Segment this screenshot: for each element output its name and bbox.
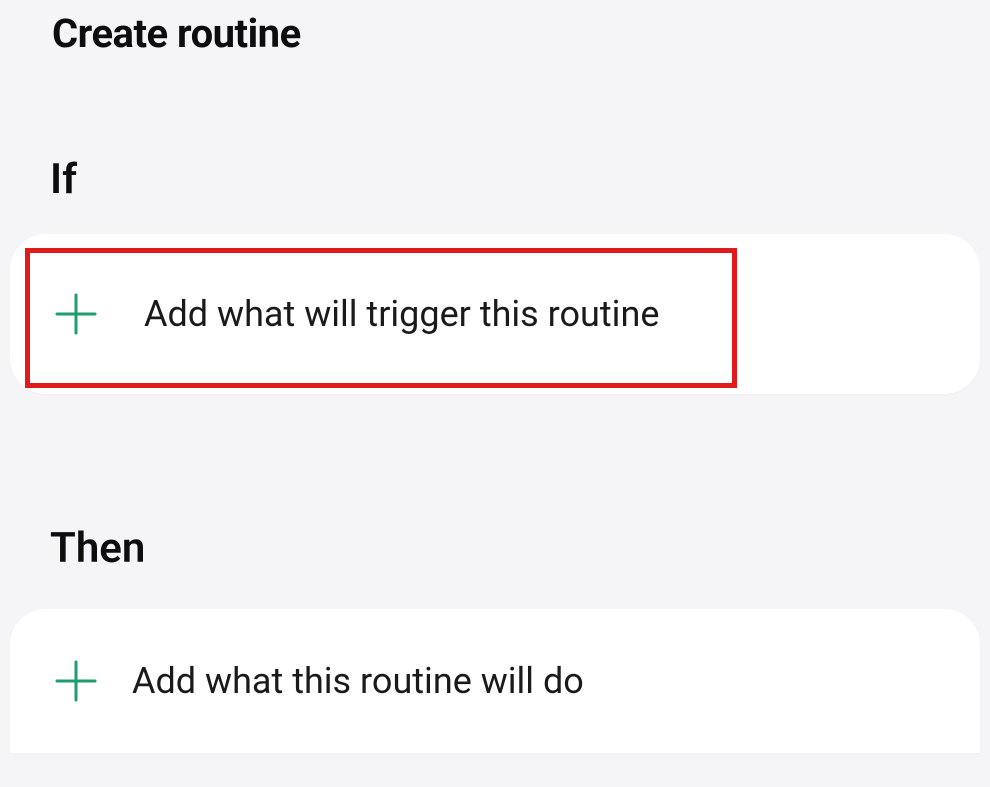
then-section-label: Then <box>0 524 990 573</box>
add-trigger-label: Add what will trigger this routine <box>144 293 659 335</box>
add-action-button[interactable]: Add what this routine will do <box>10 609 980 753</box>
add-trigger-button[interactable]: Add what will trigger this routine <box>10 234 980 394</box>
plus-icon <box>54 292 98 336</box>
add-action-label: Add what this routine will do <box>132 660 584 702</box>
page-title: Create routine <box>0 0 990 57</box>
plus-icon <box>54 659 98 703</box>
if-section-label: If <box>0 155 990 204</box>
